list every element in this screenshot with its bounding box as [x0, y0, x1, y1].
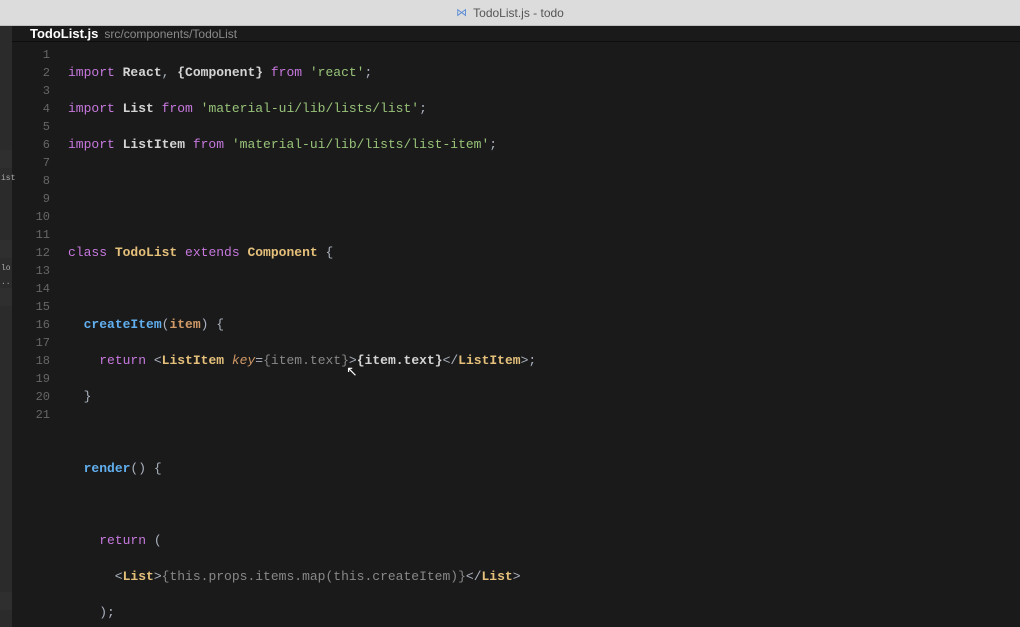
line-number: 16: [12, 316, 50, 334]
punct: ,: [162, 65, 178, 80]
indent: [68, 461, 84, 476]
punct: }: [68, 389, 91, 404]
code-content[interactable]: import React, {Component} from 'react'; …: [68, 42, 1020, 627]
line-number: 11: [12, 226, 50, 244]
line-number: 10: [12, 208, 50, 226]
line-number: 8: [12, 172, 50, 190]
ident: React: [115, 65, 162, 80]
activity-stub[interactable]: [0, 150, 12, 168]
tab-path: src/components/TodoList: [104, 27, 237, 41]
param: item: [169, 317, 200, 332]
punct: >: [513, 569, 521, 584]
punct: >: [349, 353, 357, 368]
activity-stub[interactable]: [0, 240, 12, 258]
method: render: [84, 461, 131, 476]
jsx-expr: {item.text}: [263, 353, 349, 368]
line-number: 9: [12, 190, 50, 208]
ident: List: [115, 101, 154, 116]
line-number: 3: [12, 82, 50, 100]
method: createItem: [84, 317, 162, 332]
titlebar: ⋈ TodoList.js - todo: [0, 0, 1020, 26]
punct: {: [208, 317, 224, 332]
punct: (): [130, 461, 146, 476]
kw-from: from: [185, 137, 232, 152]
activity-label: lo: [0, 264, 11, 273]
line-number: 6: [12, 136, 50, 154]
line-number: 20: [12, 388, 50, 406]
kw-return: return: [99, 353, 146, 368]
vscode-icon: ⋈: [456, 6, 467, 19]
kw-extends: extends: [177, 245, 239, 260]
line-number: 7: [12, 154, 50, 172]
classname: TodoList: [107, 245, 177, 260]
line-number: 17: [12, 334, 50, 352]
jsx-tag: List: [482, 569, 513, 584]
window-title: TodoList.js - todo: [473, 6, 564, 20]
jsx-attr: key: [224, 353, 255, 368]
jsx-tag: List: [123, 569, 154, 584]
punct: <: [146, 353, 162, 368]
line-number: 1: [12, 46, 50, 64]
tab-filename[interactable]: TodoList.js: [30, 26, 98, 41]
string: 'react': [310, 65, 365, 80]
line-number: 2: [12, 64, 50, 82]
jsx-expr: {item.text}: [357, 353, 443, 368]
indent: [68, 317, 84, 332]
punct: =: [255, 353, 263, 368]
line-number: 12: [12, 244, 50, 262]
punct: </: [466, 569, 482, 584]
kw-import: import: [68, 137, 115, 152]
line-number: 15: [12, 298, 50, 316]
classname: Component: [240, 245, 318, 260]
activity-label: ist: [0, 174, 15, 183]
string: 'material-ui/lib/lists/list-item': [232, 137, 489, 152]
kw-from: from: [154, 101, 201, 116]
kw-return: return: [99, 533, 146, 548]
activity-label: ..: [0, 278, 11, 287]
ident: ListItem: [115, 137, 185, 152]
jsx-tag: ListItem: [162, 353, 224, 368]
punct: <: [68, 569, 123, 584]
line-number: 14: [12, 280, 50, 298]
line-number: 19: [12, 370, 50, 388]
line-number: 18: [12, 352, 50, 370]
punct: );: [68, 605, 115, 620]
kw-from: from: [263, 65, 310, 80]
kw-class: class: [68, 245, 107, 260]
punct: >: [154, 569, 162, 584]
editor-area: TodoList.js src/components/TodoList 1234…: [12, 26, 1020, 627]
activity-stub[interactable]: [0, 288, 12, 306]
indent: [68, 353, 99, 368]
string: 'material-ui/lib/lists/list': [201, 101, 419, 116]
editor-body: ist lo .. TodoList.js src/components/Tod…: [0, 26, 1020, 627]
line-number-gutter: 123456789101112131415161718192021: [12, 42, 68, 627]
indent: [68, 533, 99, 548]
line-number: 13: [12, 262, 50, 280]
line-number: 21: [12, 406, 50, 424]
punct: ;: [419, 101, 427, 116]
code-area[interactable]: 123456789101112131415161718192021 import…: [12, 42, 1020, 627]
jsx-tag: ListItem: [458, 353, 520, 368]
punct: {: [318, 245, 334, 260]
activity-bar[interactable]: ist lo ..: [0, 26, 12, 627]
kw-import: import: [68, 101, 115, 116]
punct: ;: [364, 65, 372, 80]
line-number: 5: [12, 118, 50, 136]
punct: </: [443, 353, 459, 368]
punct: {: [146, 461, 162, 476]
activity-stub[interactable]: [0, 592, 12, 610]
ident: {Component}: [177, 65, 263, 80]
kw-import: import: [68, 65, 115, 80]
punct: (: [146, 533, 162, 548]
punct: ;: [489, 137, 497, 152]
line-number: 4: [12, 100, 50, 118]
jsx-expr: {this.props.items.map(this.createItem)}: [162, 569, 466, 584]
tab-bar[interactable]: TodoList.js src/components/TodoList: [12, 26, 1020, 42]
punct: ;: [528, 353, 536, 368]
